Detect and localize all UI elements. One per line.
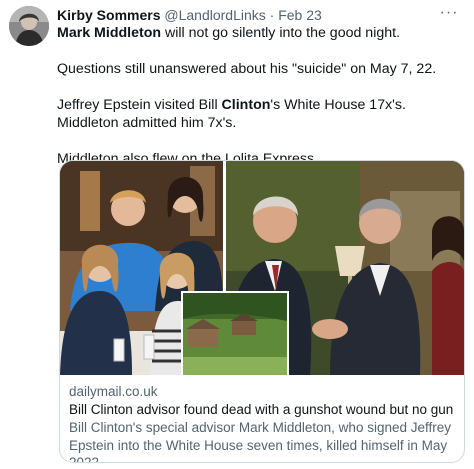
card-image: [60, 161, 464, 375]
tweet-line-1: Mark Middleton will not go silently into…: [57, 24, 462, 42]
link-card[interactable]: dailymail.co.uk Bill Clinton advisor fou…: [59, 160, 465, 463]
card-description: Bill Clinton's special advisor Mark Midd…: [69, 420, 452, 463]
line-3-pre: Jeffrey Epstein visited Bill: [57, 97, 222, 113]
card-title[interactable]: Bill Clinton advisor found dead with a g…: [69, 401, 459, 419]
tweet-line-3: Jeffrey Epstein visited Bill Clinton's W…: [57, 96, 462, 132]
handle[interactable]: @LandlordLinks: [164, 7, 265, 23]
card-photo-collage: [60, 161, 464, 375]
avatar[interactable]: [9, 6, 49, 46]
display-name[interactable]: Kirby Sommers: [57, 7, 160, 23]
bold-clinton: Clinton: [221, 97, 271, 113]
avatar-image: [9, 6, 49, 46]
card-text: dailymail.co.uk Bill Clinton advisor fou…: [69, 383, 459, 463]
tweet-line-2: Questions still unanswered about his "su…: [57, 61, 437, 77]
tweet-header: Kirby Sommers @LandlordLinks · Feb 23: [57, 7, 322, 24]
line-1-rest: will not go silently into the good night…: [161, 25, 401, 41]
more-options-icon[interactable]: ···: [437, 4, 461, 22]
card-domain: dailymail.co.uk: [69, 384, 158, 399]
bold-name: Mark Middleton: [57, 25, 162, 41]
tweet-date[interactable]: Feb 23: [278, 7, 322, 23]
inset-photo: [181, 291, 289, 375]
separator: ·: [269, 7, 275, 23]
